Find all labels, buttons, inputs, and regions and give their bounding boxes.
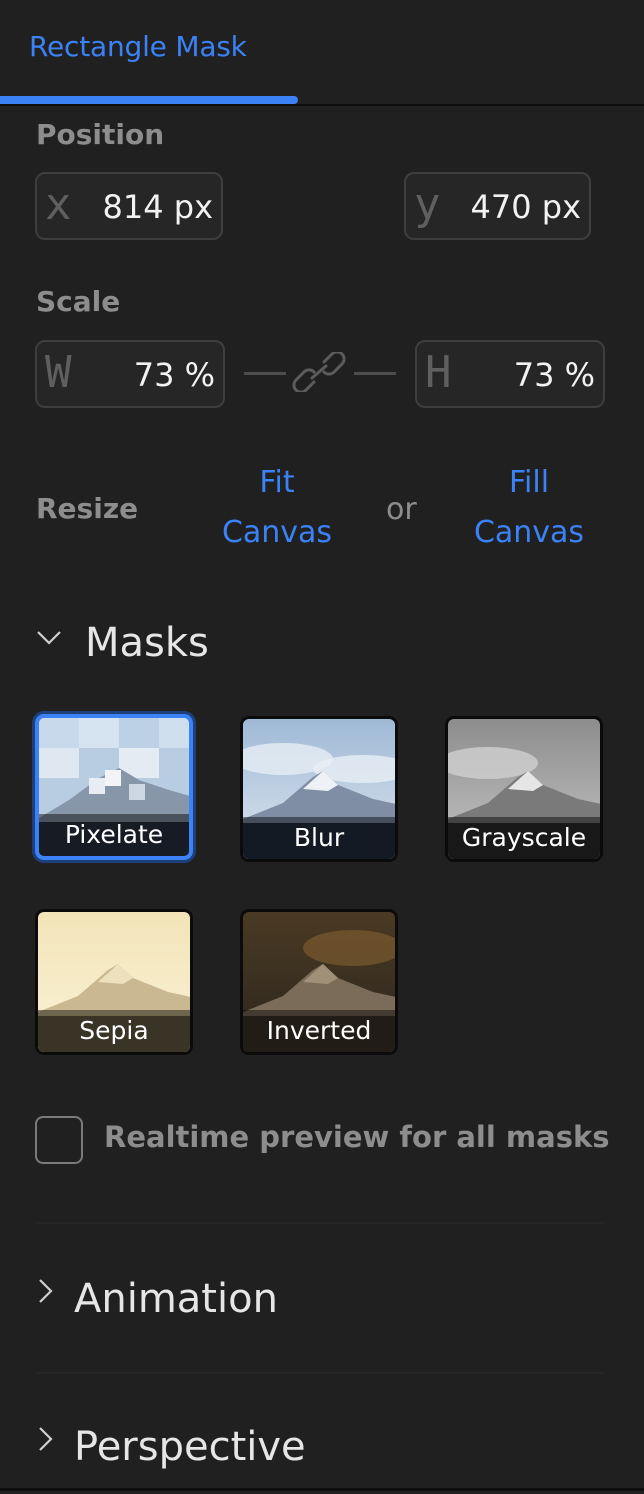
- position-label: Position: [36, 118, 165, 151]
- scale-width-field[interactable]: W 73 %: [35, 340, 225, 408]
- section-divider: [36, 1222, 604, 1224]
- chevron-right-icon[interactable]: [38, 1426, 54, 1456]
- mask-thumb-blur[interactable]: Blur: [240, 716, 398, 862]
- bottom-border: [0, 1488, 644, 1491]
- chevron-right-icon[interactable]: [38, 1278, 54, 1308]
- mask-thumb-sepia[interactable]: Sepia: [35, 909, 193, 1055]
- fit-canvas-link[interactable]: Fit Canvas: [212, 458, 342, 558]
- animation-section-title[interactable]: Animation: [74, 1276, 278, 1322]
- h-prefix: H: [425, 347, 452, 398]
- fill-canvas-line2: Canvas: [473, 515, 585, 550]
- tab-bar: Rectangle Mask: [0, 0, 644, 106]
- mask-thumb-inverted[interactable]: Inverted: [240, 909, 398, 1055]
- x-value[interactable]: 814 px: [103, 188, 214, 226]
- mask-properties-panel: Rectangle Mask Position x 814 px y 470 p…: [0, 0, 644, 1494]
- fit-canvas-line2: Canvas: [221, 515, 333, 550]
- mask-label-blur: Blur: [243, 817, 395, 859]
- section-divider: [36, 1372, 604, 1374]
- tab-rectangle-mask[interactable]: Rectangle Mask: [29, 30, 247, 63]
- realtime-preview-checkbox[interactable]: [35, 1116, 83, 1164]
- link-line-left: [244, 372, 286, 375]
- active-tab-indicator: [0, 96, 298, 104]
- position-y-field[interactable]: y 470 px: [404, 172, 591, 240]
- fit-canvas-line1: Fit: [259, 465, 295, 500]
- link-line-right: [354, 372, 396, 375]
- fill-canvas-line1: Fill: [508, 465, 550, 500]
- perspective-section-title[interactable]: Perspective: [74, 1424, 306, 1470]
- mask-thumb-grayscale[interactable]: Grayscale: [445, 716, 603, 862]
- mask-thumb-pixelate[interactable]: Pixelate: [35, 714, 193, 860]
- mask-label-pixelate: Pixelate: [39, 814, 189, 856]
- y-prefix: y: [414, 179, 441, 230]
- masks-section-title[interactable]: Masks: [85, 620, 209, 666]
- w-value[interactable]: 73 %: [134, 356, 215, 394]
- mask-label-inverted: Inverted: [243, 1010, 395, 1052]
- x-prefix: x: [45, 179, 72, 230]
- resize-label: Resize: [36, 492, 139, 525]
- h-value[interactable]: 73 %: [514, 356, 595, 394]
- or-text: or: [386, 492, 417, 527]
- y-value[interactable]: 470 px: [471, 188, 582, 226]
- mask-label-grayscale: Grayscale: [448, 817, 600, 859]
- scale-label: Scale: [36, 285, 121, 318]
- mask-label-sepia: Sepia: [38, 1010, 190, 1052]
- fill-canvas-link[interactable]: Fill Canvas: [464, 458, 594, 558]
- position-x-field[interactable]: x 814 px: [35, 172, 223, 240]
- scale-height-field[interactable]: H 73 %: [415, 340, 605, 408]
- w-prefix: W: [45, 347, 72, 398]
- chain-link-icon[interactable]: [292, 350, 346, 396]
- chevron-down-icon[interactable]: [36, 630, 62, 650]
- realtime-preview-label[interactable]: Realtime preview for all masks: [104, 1120, 610, 1154]
